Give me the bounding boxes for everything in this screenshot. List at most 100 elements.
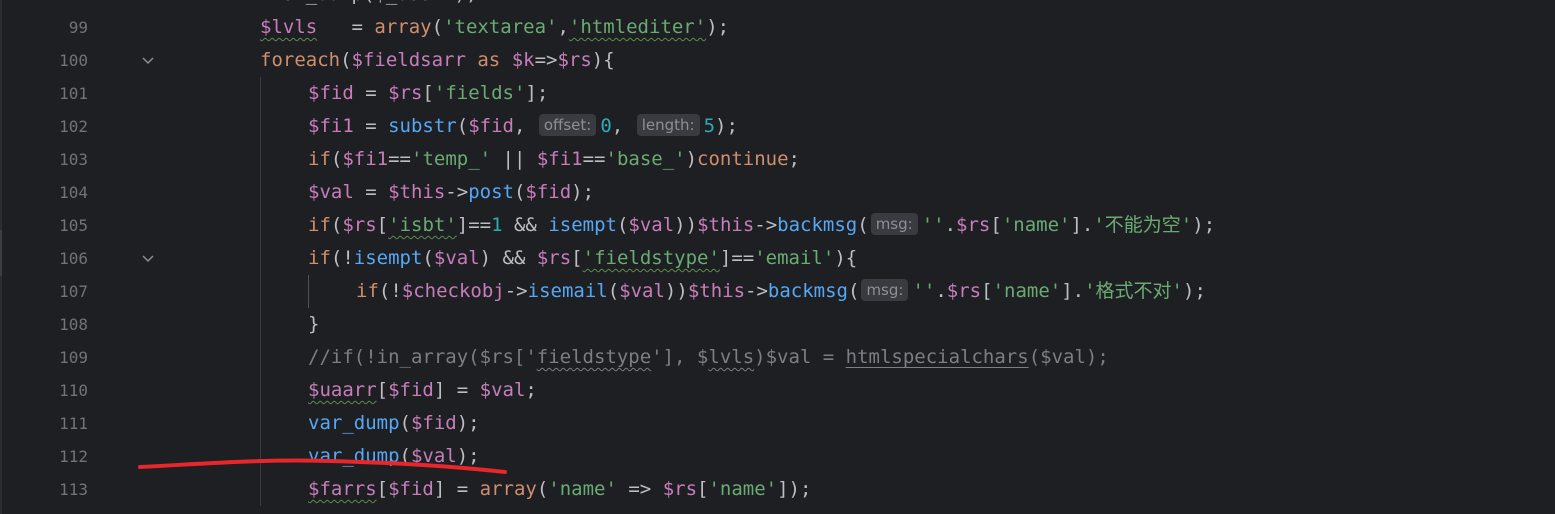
code-token: $this: [687, 280, 746, 302]
line-number: 98: [0, 0, 88, 11]
code-token: $val: [619, 280, 665, 302]
code-token: $rs: [662, 478, 698, 500]
fold-chevron-icon[interactable]: [141, 252, 155, 266]
code-line[interactable]: 98 #var_dump($_uaarr);: [0, 0, 1555, 11]
code-token: );: [456, 445, 480, 467]
code-editor[interactable]: 98#var_dump($_uaarr);99$lvls = array('te…: [0, 0, 1555, 514]
line-number: 110: [59, 381, 88, 400]
code-line[interactable]: 111 var_dump($fid);: [0, 407, 1555, 440]
code-token: $val: [308, 181, 354, 203]
code-token: ->: [445, 181, 469, 203]
code-text: if($fi1=='temp_' || $fi1=='base_')contin…: [308, 143, 800, 176]
code-line[interactable]: 104 $val = $this->post($fid);: [0, 176, 1555, 209]
code-token: ,: [611, 115, 635, 137]
indent-guide: [260, 242, 261, 275]
code-token: .: [935, 280, 947, 302]
code-token: backmsg: [767, 280, 848, 302]
code-token: if: [308, 214, 331, 236]
code-token: $fid: [388, 478, 434, 500]
code-token: '格式不对': [1084, 280, 1183, 302]
code-token: htmlspecialchars: [845, 346, 1029, 368]
line-number: 103: [59, 150, 88, 169]
code-token: if: [356, 280, 379, 302]
code-token: 'fieldstype': [582, 247, 720, 269]
fold-chevron-icon[interactable]: [141, 54, 155, 68]
code-token: ;: [788, 148, 800, 170]
code-token: $this: [697, 214, 755, 236]
code-token: if: [308, 247, 331, 269]
code-token: (: [513, 181, 526, 203]
line-number: 108: [59, 315, 88, 334]
code-line[interactable]: 113 $farrs[$fid] = array('name' => $rs['n…: [0, 473, 1555, 506]
line-number: 112: [59, 447, 88, 466]
code-token: isempt: [353, 247, 423, 269]
code-line[interactable]: 107 if(!$checkobj->isemail($val))$this->b…: [0, 275, 1555, 308]
code-token: );: [571, 181, 595, 203]
code-token: 'temp_': [411, 148, 492, 170]
code-token: )): [674, 214, 698, 236]
code-line[interactable]: 103 if($fi1=='temp_' || $fi1=='base_')con…: [0, 143, 1555, 176]
code-token: 'base_': [605, 148, 686, 170]
indent-guide: [260, 341, 261, 374]
code-token: $fi1: [342, 148, 389, 170]
code-token: )): [664, 280, 688, 302]
code-token: [: [697, 478, 709, 500]
code-line[interactable]: 101 $fid = $rs['fields'];: [0, 77, 1555, 110]
line-number: 100: [59, 51, 88, 70]
code-token: $checkobj: [401, 280, 505, 302]
code-token: ->: [745, 280, 768, 302]
code-token: .: [944, 214, 957, 236]
code-text: $fid = $rs['fields'];: [308, 77, 548, 110]
code-token: );: [706, 16, 730, 38]
code-line[interactable]: 99 $lvls = array('textarea','htmlediter')…: [0, 11, 1555, 44]
code-line[interactable]: 114}: [0, 506, 1555, 514]
code-token: [: [990, 214, 1002, 236]
code-token: backmsg: [777, 214, 858, 236]
code-token: );: [456, 412, 480, 434]
code-text: $fi1 = substr($fid, offset: 0, length: 5);: [308, 110, 738, 143]
code-token: lvls: [708, 346, 755, 368]
code-token: 1: [491, 214, 503, 236]
code-text: $farrs[$fid] = array('name' => $rs['name…: [308, 473, 811, 506]
code-line[interactable]: 108}: [0, 308, 1555, 341]
code-token: 'name': [708, 478, 778, 500]
code-line[interactable]: 112 var_dump($val);: [0, 440, 1555, 473]
code-token: (: [431, 16, 444, 38]
code-token: 'htmlediter': [568, 16, 707, 38]
code-token: ;: [525, 379, 537, 401]
code-line[interactable]: 102 $fi1 = substr($fid, offset: 0, length:…: [0, 110, 1555, 143]
code-token: $rs: [342, 214, 377, 236]
code-token: 0: [600, 115, 612, 137]
code-token: (: [399, 412, 411, 434]
line-number: 109: [59, 348, 88, 367]
code-token: $lvls: [260, 16, 318, 38]
code-token: $fi1: [536, 148, 583, 170]
code-line[interactable]: 100 foreach($fieldsarr as $k=>$rs){: [0, 44, 1555, 77]
code-token: [: [571, 247, 583, 269]
code-token: $k: [511, 49, 535, 71]
code-line[interactable]: 110 $uaarr[$fid] = $val;: [0, 374, 1555, 407]
code-token: =: [317, 16, 375, 38]
code-line[interactable]: 105 if($rs['isbt']==1 && isempt($val))$th…: [0, 209, 1555, 242]
code-line[interactable]: 106 if(!isempt($val) && $rs['fieldstype']…: [0, 242, 1555, 275]
parameter-hint: msg:: [861, 279, 909, 301]
code-text: //if(!in_array($rs['fieldstype'], $lvls)…: [308, 341, 1109, 374]
code-token: ,: [513, 115, 537, 137]
code-token: ]==: [719, 247, 755, 269]
code-token: ){: [834, 247, 858, 269]
code-token: $fid: [525, 181, 572, 203]
parameter-hint: msg:: [870, 213, 918, 235]
code-token: '': [912, 280, 936, 302]
code-token: $val: [410, 445, 457, 467]
code-line[interactable]: 109 //if(!in_array($rs['fieldstype'], $lv…: [0, 341, 1555, 374]
code-text: if(!isempt($val) && $rs['fieldstype']=='…: [308, 242, 857, 275]
code-token: //if(!in_array($rs[': [308, 346, 537, 368]
code-token: );: [1192, 214, 1216, 236]
indent-guide: [260, 176, 261, 209]
code-token: &&: [502, 214, 549, 236]
code-token: [: [376, 379, 389, 401]
code-token: var_dump: [308, 445, 400, 467]
indent-guide: [260, 308, 261, 341]
code-token: 'name': [1001, 214, 1071, 236]
code-token: ||: [491, 148, 537, 170]
